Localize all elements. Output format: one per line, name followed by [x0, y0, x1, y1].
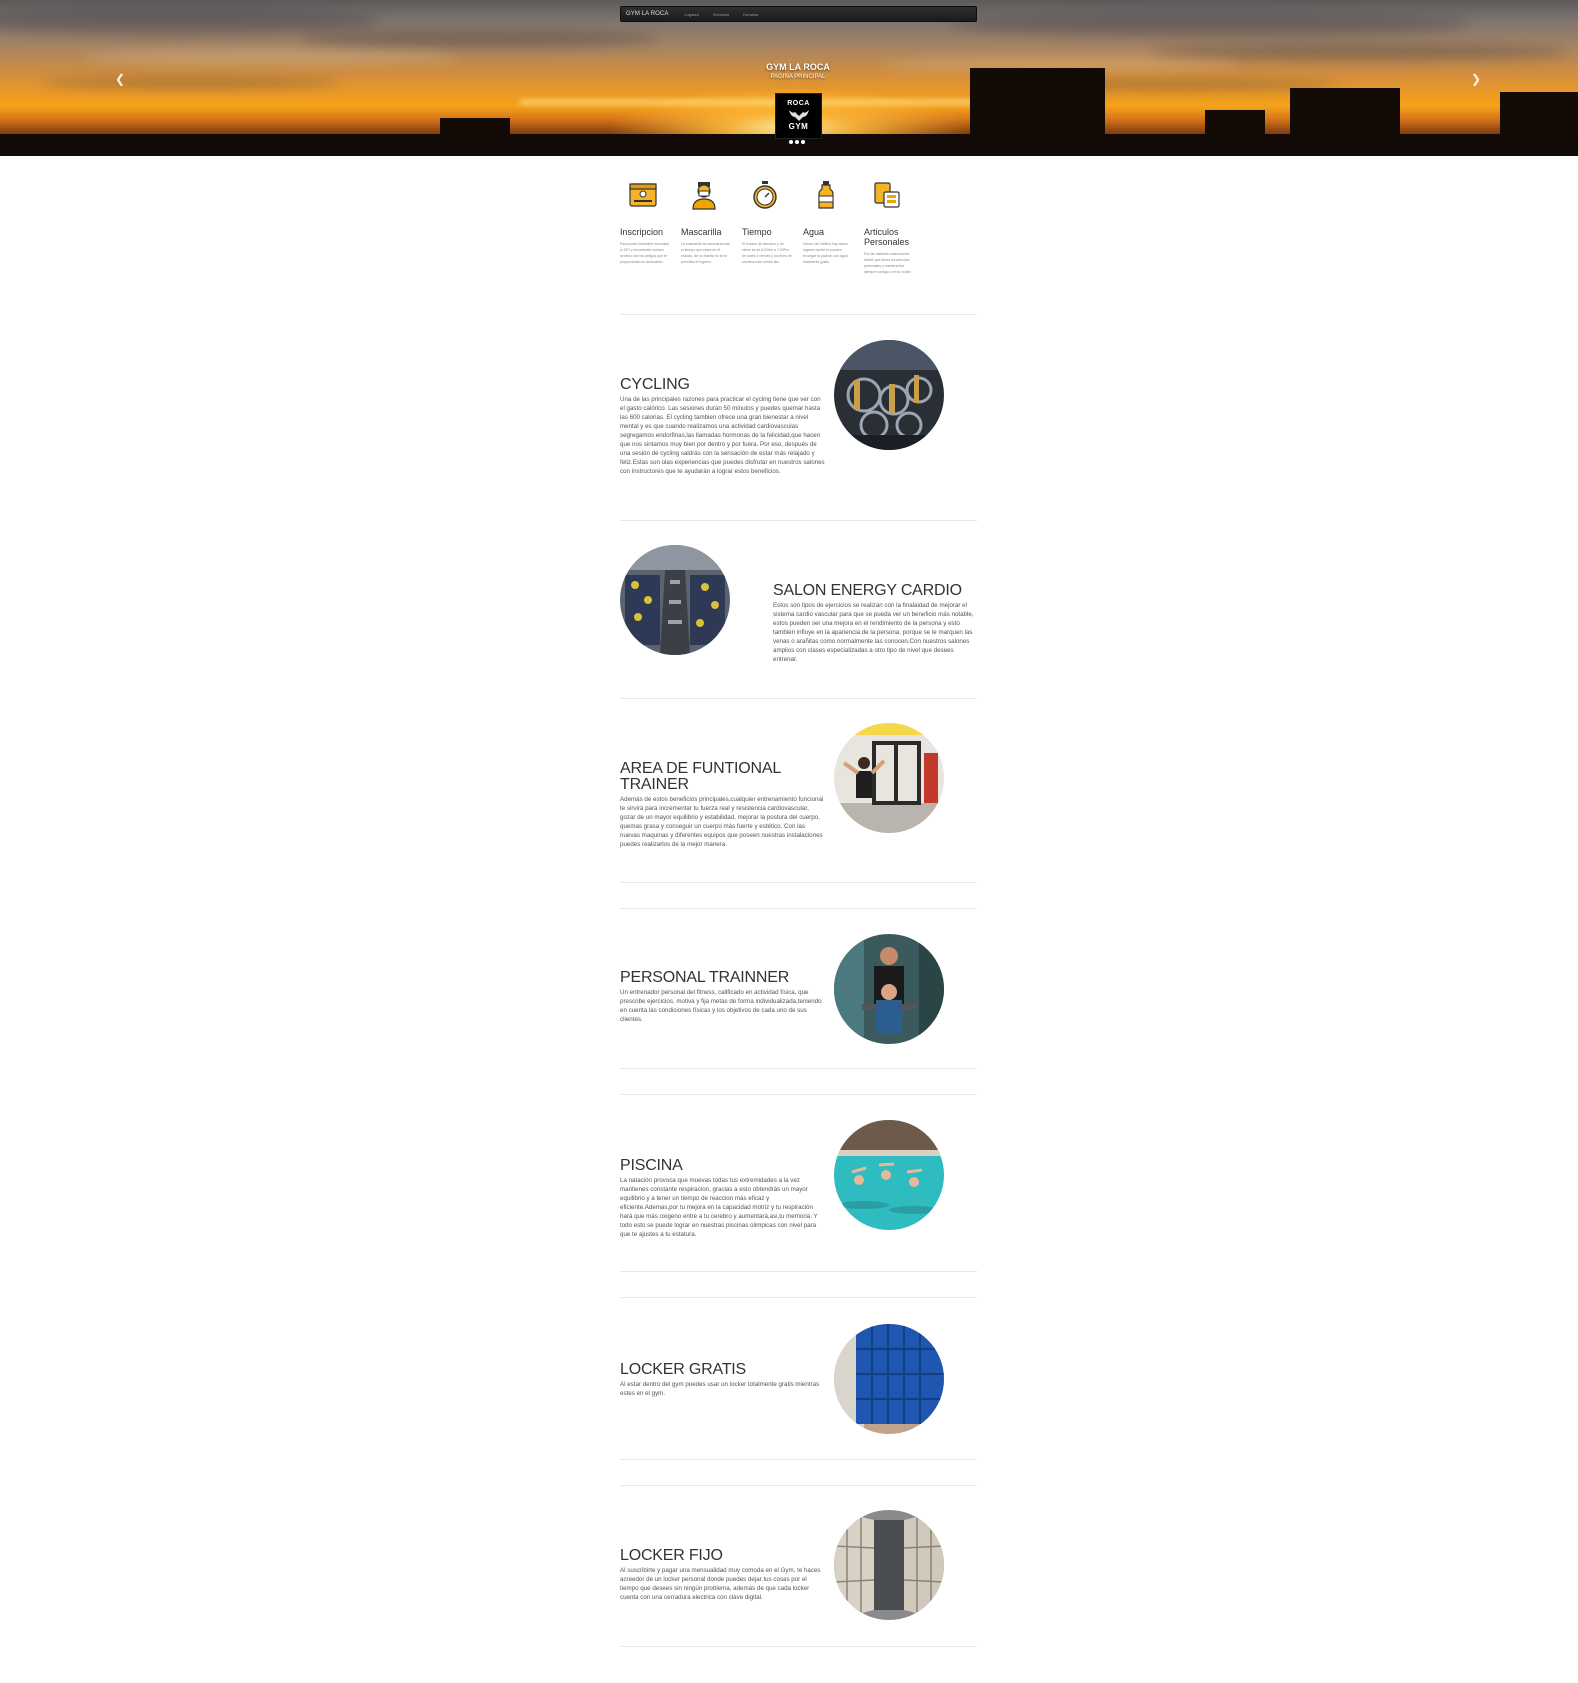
section-heading: PERSONAL TRAINNER	[620, 969, 790, 986]
feature-articulos-personales: Articulos Personales Por las distintas r…	[864, 180, 925, 275]
section-divider	[620, 698, 977, 699]
cycling-photo	[834, 340, 944, 450]
feature-text: Por las distintas restricciones deben qu…	[864, 252, 912, 274]
section-divider	[620, 314, 977, 315]
pool-photo	[834, 1120, 944, 1230]
fixed-lockers-photo	[834, 1510, 944, 1620]
chevron-left-icon: ❮	[114, 72, 126, 86]
feature-text: Dentro del edificio hay varios lugares d…	[803, 242, 848, 264]
section-divider	[620, 1459, 977, 1460]
hero-subtitle: PAGINA PRINCIPAL	[770, 74, 826, 80]
feature-title: Mascarilla	[681, 227, 722, 237]
mask-person-icon	[692, 182, 716, 210]
section-functional-trainer: AREA DE FUNTIONAL TRAINER Además de esto…	[620, 761, 825, 849]
section-description: Un entrenador personal del fitness, cali…	[620, 989, 822, 1023]
section-divider	[620, 908, 977, 909]
carousel-indicators	[789, 140, 805, 144]
section-cycling: CYCLING Una de las principales razones p…	[620, 377, 825, 476]
nav-link-lugares[interactable]: Lugares	[677, 12, 705, 17]
section-description: Además de estos beneficios principales,c…	[620, 796, 824, 848]
section-heading: LOCKER GRATIS	[620, 1361, 747, 1378]
section-locker-gratis: LOCKER GRATIS Al estar dentro del gym pu…	[620, 1362, 825, 1398]
functional-trainer-photo	[834, 723, 944, 833]
section-divider	[620, 1068, 977, 1069]
section-personal-trainer: PERSONAL TRAINNER Un entrenador personal…	[620, 970, 825, 1024]
section-divider	[620, 1485, 977, 1486]
section-heading: CYCLING	[620, 376, 690, 393]
section-description: Al estar dentro del gym puedes usar un l…	[620, 1381, 820, 1397]
feature-title: Inscripcion	[620, 227, 664, 237]
feature-text: Para poder inscribirte necesitas tu DPI …	[620, 242, 670, 264]
section-description: Al suscribirte y pagar una mensualidad m…	[620, 1567, 821, 1601]
section-piscina: PISCINA La natación provoca que muevas t…	[620, 1158, 825, 1239]
navbar-brand[interactable]: GYM LA ROCA	[621, 11, 677, 17]
feature-agua: Agua Dentro del edificio hay varios luga…	[803, 180, 864, 265]
feature-inscripcion: Inscripcion Para poder inscribirte neces…	[620, 180, 681, 265]
feature-text: La mascarilla es necesaria todo el tiemp…	[681, 242, 731, 264]
hero-title: GYM LA ROCA	[766, 62, 830, 72]
personal-items-icon	[874, 182, 900, 208]
gym-logo: ROCA GYM	[775, 93, 822, 139]
carousel-indicator[interactable]	[801, 140, 805, 144]
section-divider	[620, 1094, 977, 1095]
id-card-icon	[629, 183, 657, 207]
feature-mascarilla: Mascarilla La mascarilla es necesaria to…	[681, 180, 742, 265]
carousel-indicator[interactable]	[795, 140, 799, 144]
top-navbar: GYM LA ROCA Lugares Servicios Horarios	[620, 6, 977, 22]
logo-text-bottom: GYM	[788, 122, 809, 131]
carousel-caption: GYM LA ROCA PAGINA PRINCIPAL	[700, 62, 896, 80]
feature-title: Articulos Personales	[864, 227, 910, 247]
section-heading: PISCINA	[620, 1157, 683, 1174]
section-divider	[620, 1646, 977, 1647]
section-divider	[620, 1271, 977, 1272]
section-heading: AREA DE FUNTIONAL TRAINER	[620, 760, 781, 793]
section-description: Estos son tipos de ejercicios se realiza…	[773, 602, 974, 663]
section-description: Una de las principales razones para prac…	[620, 396, 825, 475]
nav-link-horarios[interactable]: Horarios	[736, 12, 765, 17]
logo-text-top: ROCA	[787, 100, 810, 107]
section-divider	[620, 520, 977, 521]
personal-trainer-photo	[834, 934, 944, 1044]
feature-tiempo: Tiempo El horario de atencion y de cierr…	[742, 180, 803, 265]
section-heading: LOCKER FIJO	[620, 1547, 723, 1564]
feature-text: El horario de atencion y de cierre es de…	[742, 242, 792, 264]
water-bottle-icon	[818, 181, 834, 209]
carousel-prev-button[interactable]: ❮	[113, 72, 127, 86]
section-divider	[620, 882, 977, 883]
feature-title: Agua	[803, 227, 825, 237]
section-divider	[620, 1297, 977, 1298]
section-description: La natación provoca que muevas todas tus…	[620, 1177, 818, 1238]
section-salon-energy-cardio: SALON ENERGY CARDIO Estos son tipos de e…	[773, 583, 978, 664]
carousel-next-button[interactable]: ❯	[1469, 72, 1483, 86]
section-heading: SALON ENERGY CARDIO	[773, 582, 962, 599]
carousel-indicator[interactable]	[789, 140, 793, 144]
bull-emblem-icon	[788, 110, 809, 121]
feature-title: Tiempo	[742, 227, 772, 237]
stopwatch-icon	[753, 181, 777, 209]
section-locker-fijo: LOCKER FIJO Al suscribirte y pagar una m…	[620, 1548, 825, 1602]
chevron-right-icon: ❯	[1470, 72, 1482, 86]
cardio-room-photo	[620, 545, 730, 655]
nav-link-servicios[interactable]: Servicios	[706, 12, 736, 17]
blue-lockers-photo	[834, 1324, 944, 1434]
